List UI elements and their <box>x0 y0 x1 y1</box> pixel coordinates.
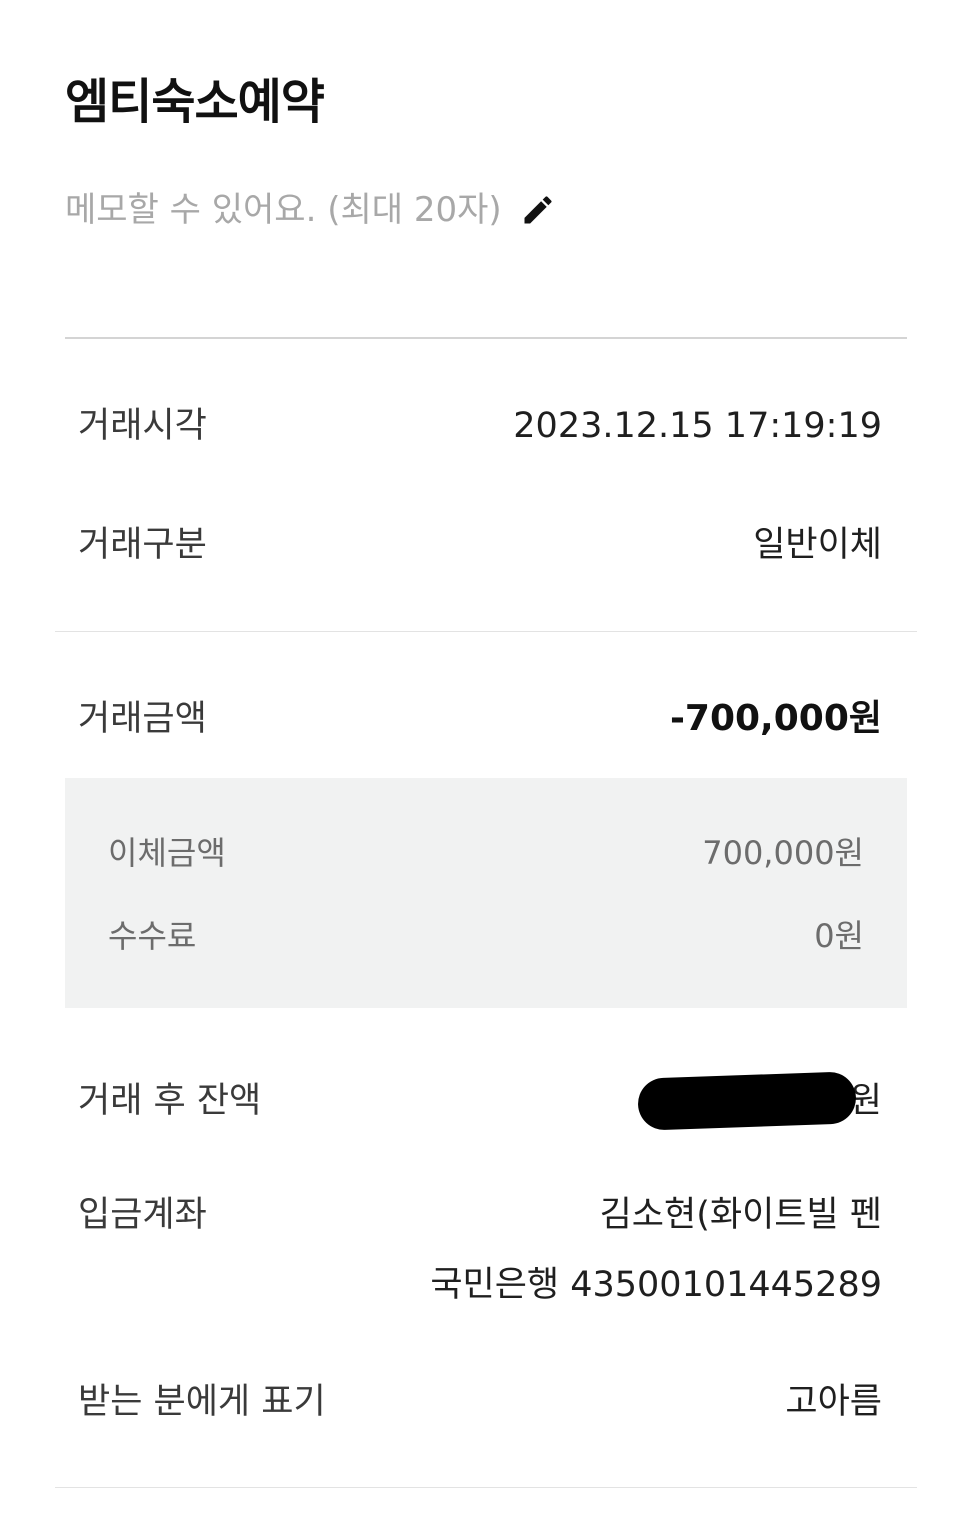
transfer-amount-row: 이체금액 700,000원 <box>108 833 864 873</box>
transaction-time-row: 거래시각 2023.12.15 17:19:19 <box>78 404 882 448</box>
account-holder-name: 김소현(화이트빌 펜 <box>599 1195 882 1235</box>
transaction-type-label: 거래구분 <box>78 525 207 565</box>
pencil-icon[interactable] <box>518 190 558 230</box>
memo-placeholder: 메모할 수 있어요. (최대 20자) <box>65 190 502 230</box>
transfer-amount-value: 700,000원 <box>702 834 864 872</box>
fee-row: 수수료 0원 <box>108 916 864 956</box>
account-bank-number: 국민은행 43500101445289 <box>430 1265 882 1305</box>
fee-label: 수수료 <box>108 917 197 955</box>
recipient-display-value: 고아름 <box>785 1382 882 1422</box>
transaction-time-label: 거래시각 <box>78 406 207 446</box>
redaction-mark <box>636 1071 857 1131</box>
transaction-amount-label: 거래금액 <box>78 699 207 739</box>
transaction-type-value: 일반이체 <box>753 525 882 565</box>
transaction-amount-value: -700,000원 <box>669 698 882 739</box>
recipient-display-label: 받는 분에게 표기 <box>78 1382 326 1422</box>
memo-input[interactable]: 메모할 수 있어요. (최대 20자) <box>65 188 558 232</box>
header-divider <box>65 337 907 339</box>
transfer-amount-label: 이체금액 <box>108 834 226 872</box>
transaction-amount-row: 거래금액 -700,000원 <box>78 697 882 741</box>
recipient-display-row: 받는 분에게 표기 고아름 <box>78 1380 882 1424</box>
deposit-account-label: 입금계좌 <box>78 1195 207 1235</box>
transaction-time-value: 2023.12.15 17:19:19 <box>513 406 882 446</box>
fee-value: 0원 <box>814 917 864 955</box>
balance-row: 거래 후 잔액 원 <box>78 1071 882 1131</box>
deposit-account-row: 입금계좌 김소현(화이트빌 펜 국민은행 43500101445289 <box>78 1193 882 1307</box>
bottom-divider <box>55 1487 917 1488</box>
amount-breakdown: 이체금액 700,000원 수수료 0원 <box>65 778 907 1008</box>
transaction-type-row: 거래구분 일반이체 <box>78 523 882 567</box>
balance-label: 거래 후 잔액 <box>78 1081 262 1121</box>
page-title: 엠티숙소예약 <box>65 74 325 130</box>
balance-value: 원 <box>636 1071 882 1131</box>
section-divider <box>55 631 917 632</box>
deposit-account-value: 김소현(화이트빌 펜 국민은행 43500101445289 <box>430 1193 882 1307</box>
